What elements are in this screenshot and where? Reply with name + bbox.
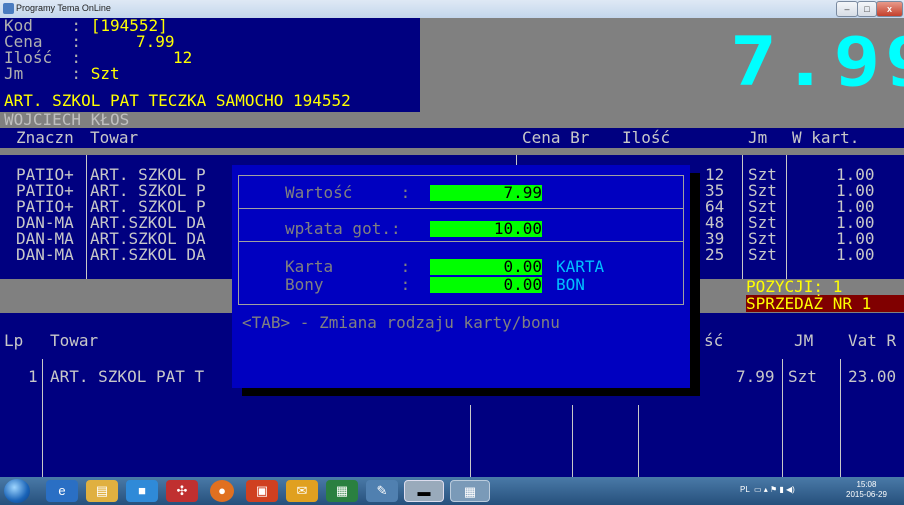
karta-tag: KARTA: [556, 257, 605, 276]
row-ilosc: 25: [705, 245, 725, 264]
col-towar2: Towar: [50, 331, 99, 350]
bony-tag: BON: [556, 275, 585, 294]
lang-indicator[interactable]: PL: [740, 485, 750, 494]
karta-field[interactable]: 0.00: [430, 259, 542, 275]
wartosc-field[interactable]: 7.99: [430, 185, 542, 201]
clock[interactable]: 15:08 2015-06-29: [846, 480, 887, 500]
col-ilosc2: ść: [704, 331, 724, 350]
col-jm2: JM: [794, 331, 814, 350]
receipt-row-vat: 23.00: [848, 367, 897, 386]
receipt-row-lp: 1: [28, 367, 38, 386]
media-icon[interactable]: ✣: [166, 480, 198, 502]
wplata-field[interactable]: 10.00: [430, 221, 542, 237]
col-ilosc: Ilość: [622, 128, 671, 147]
big-price-display: 7.99: [730, 23, 904, 102]
explorer-icon[interactable]: ▤: [86, 480, 118, 502]
calc-icon[interactable]: ▦: [450, 480, 490, 502]
cmd-icon[interactable]: ▬: [404, 480, 444, 502]
receipt-row-cena: 7.99: [736, 367, 775, 386]
clock-date: 2015-06-29: [846, 490, 887, 499]
tab-hint: <TAB> - Zmiana rodzaju karty/bonu: [242, 313, 560, 332]
tool-icon[interactable]: ✎: [366, 480, 398, 502]
start-button[interactable]: [4, 479, 30, 503]
jm-value: Szt: [90, 64, 120, 83]
maximize-button[interactable]: □: [857, 1, 877, 17]
app-icon: [3, 3, 14, 14]
row-znacz: DAN-MA: [16, 245, 74, 264]
col-towar: Towar: [90, 128, 139, 147]
app-icon-blue[interactable]: ■: [126, 480, 158, 502]
article-name: ART. SZKOL PAT TECZKA SAMOCHO 194552: [4, 91, 351, 110]
col-lp: Lp: [4, 331, 24, 350]
payment-dialog: Wartość : 7.99 wpłata got.: 10.00 Karta …: [232, 165, 690, 388]
product-info-panel: Kod : [194552] Cena : 7.99 Ilość : 12 Jm…: [0, 18, 420, 112]
minimize-button[interactable]: –: [836, 1, 858, 17]
taskbar: e ▤ ■ ✣ ● ▣ ✉ ▦ ✎ ▬ ▦ PL ▭ ▴ ⚑ ▮ ◀) 15:0…: [0, 477, 904, 505]
firefox-icon[interactable]: ●: [210, 480, 234, 502]
row-jm: Szt: [748, 245, 777, 264]
window-title: Programy Tema OnLine: [16, 3, 111, 13]
system-tray: PL ▭ ▴ ⚑ ▮ ◀): [740, 485, 795, 494]
wplata-label: wpłata got.:: [285, 219, 401, 238]
karta-label: Karta :: [285, 257, 411, 276]
row-wkart: 1.00: [836, 245, 875, 264]
cashier-name: WOJCIECH KŁOS: [0, 112, 420, 128]
col-cena: Cena Br: [522, 128, 590, 147]
office-icon[interactable]: ▣: [246, 480, 278, 502]
bony-label: Bony :: [285, 275, 411, 294]
bony-field[interactable]: 0.00: [430, 277, 542, 293]
receipt-row-jm: Szt: [788, 367, 817, 386]
jm-label: Jm :: [4, 64, 82, 83]
col-wkart: W kart.: [792, 128, 860, 147]
col-vat: Vat R: [848, 331, 897, 350]
pozycji-count: POZYCJI: 1: [746, 279, 904, 295]
sale-number: SPRZEDAŻ NR 1: [746, 295, 904, 312]
clock-time: 15:08: [856, 480, 877, 489]
products-table-header: Znaczn Towar Cena Br Ilość Jm W kart.: [0, 128, 904, 148]
close-button[interactable]: x: [876, 1, 903, 17]
ilosc-value: 12: [173, 48, 193, 67]
row-towar: ART.SZKOL DA: [90, 245, 206, 264]
excel-icon[interactable]: ▦: [326, 480, 358, 502]
wartosc-label: Wartość :: [285, 183, 411, 202]
cena-value: 7.99: [136, 32, 175, 51]
outlook-icon[interactable]: ✉: [286, 480, 318, 502]
receipt-row-towar: ART. SZKOL PAT T: [50, 367, 205, 386]
ie-icon[interactable]: e: [46, 480, 78, 502]
col-znacz: Znaczn: [16, 128, 74, 147]
col-jm: Jm: [748, 128, 768, 147]
